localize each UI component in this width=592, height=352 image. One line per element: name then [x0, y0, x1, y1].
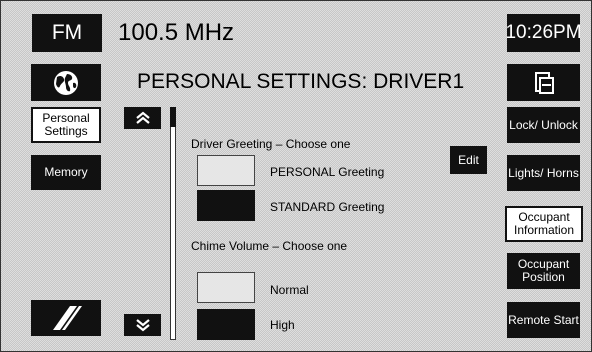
screen-button[interactable]	[507, 64, 580, 101]
globe-icon	[54, 70, 78, 95]
high-volume-label: High	[270, 318, 295, 332]
occupant-position-button[interactable]: Occupant Position	[507, 253, 580, 289]
normal-volume-option[interactable]	[197, 272, 255, 303]
high-volume-option[interactable]	[197, 309, 255, 340]
stripes-button[interactable]	[31, 300, 101, 336]
scrollbar-thumb[interactable]	[170, 107, 176, 127]
screen-icon	[534, 71, 554, 94]
lock-unlock-button[interactable]: Lock/ Unlock	[507, 107, 580, 143]
remote-start-button[interactable]: Remote Start	[507, 302, 580, 338]
chime-volume-heading: Chime Volume – Choose one	[191, 239, 348, 253]
lights-horns-button[interactable]: Lights/ Horns	[507, 155, 580, 191]
page-title: PERSONAL SETTINGS: DRIVER1	[137, 70, 465, 93]
normal-volume-label: Normal	[270, 283, 309, 297]
occupant-information-button[interactable]: Occupant Information	[505, 206, 583, 242]
band-button[interactable]: FM	[32, 14, 102, 52]
driver-greeting-heading: Driver Greeting – Choose one	[191, 137, 351, 151]
frequency-display: 100.5 MHz	[118, 19, 235, 46]
scrollbar-track[interactable]	[170, 107, 176, 340]
scroll-down-button[interactable]	[124, 314, 161, 336]
personal-greeting-label: PERSONAL Greeting	[270, 165, 385, 179]
standard-greeting-label: STANDARD Greeting	[270, 200, 385, 214]
clock-button[interactable]: 10:26PM	[505, 14, 582, 52]
navigation-button[interactable]	[31, 64, 101, 101]
standard-greeting-option[interactable]	[197, 190, 255, 221]
edit-button[interactable]: Edit	[450, 146, 487, 174]
scroll-up-button[interactable]	[124, 107, 161, 129]
stripes-icon	[53, 306, 82, 330]
memory-button[interactable]: Memory	[31, 155, 101, 190]
personal-settings-button[interactable]: Personal Settings	[31, 107, 101, 143]
chevron-down-icon	[135, 319, 150, 332]
chevron-up-icon	[135, 111, 150, 124]
personal-greeting-option[interactable]	[197, 155, 255, 186]
